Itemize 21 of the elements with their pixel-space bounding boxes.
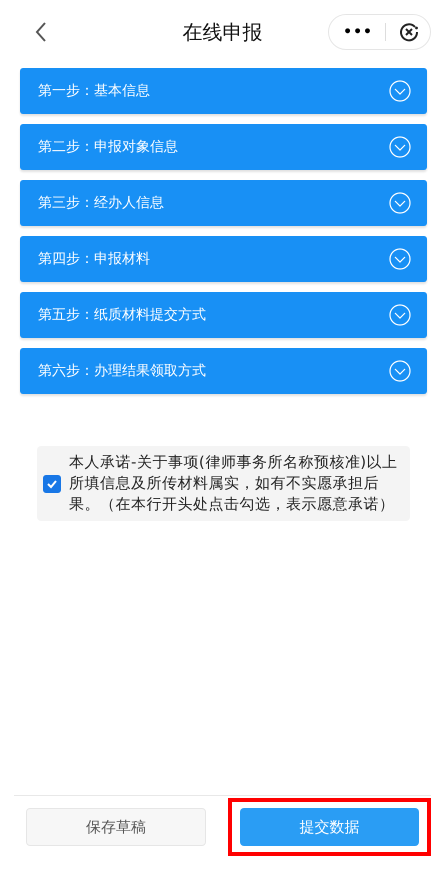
chevron-circle-icon [389,192,411,214]
back-icon[interactable] [34,21,48,43]
chevron-circle-icon [389,80,411,102]
chevron-circle-icon [389,304,411,326]
step-header[interactable]: 第二步：申报对象信息 [20,124,427,170]
more-button[interactable]: ••• [343,24,373,40]
step-header[interactable]: 第一步：基本信息 [20,68,427,114]
chevron-circle-icon [389,360,411,382]
chevron-circle-icon [389,248,411,270]
page-title: 在线申报 [182,18,262,46]
chevron-circle-icon [389,136,411,158]
step-header[interactable]: 第五步：纸质材料提交方式 [20,292,427,338]
close-icon[interactable] [398,21,420,43]
step-header[interactable]: 第六步：办理结果领取方式 [20,348,427,394]
submit-button[interactable]: 提交数据 [240,808,419,846]
step-header[interactable]: 第三步：经办人信息 [20,180,427,226]
save-draft-button[interactable]: 保存草稿 [26,808,206,846]
pledge-text: 本人承诺-关于事项(律师事务所名称预核准)以上所填信息及所传材料属实，如有不实愿承担后果。（在本行开头处点击勾选，表示愿意承诺） [69,452,399,515]
check-icon [46,478,58,490]
step-header[interactable]: 第四步：申报材料 [20,236,427,282]
checkbox[interactable] [43,474,61,492]
